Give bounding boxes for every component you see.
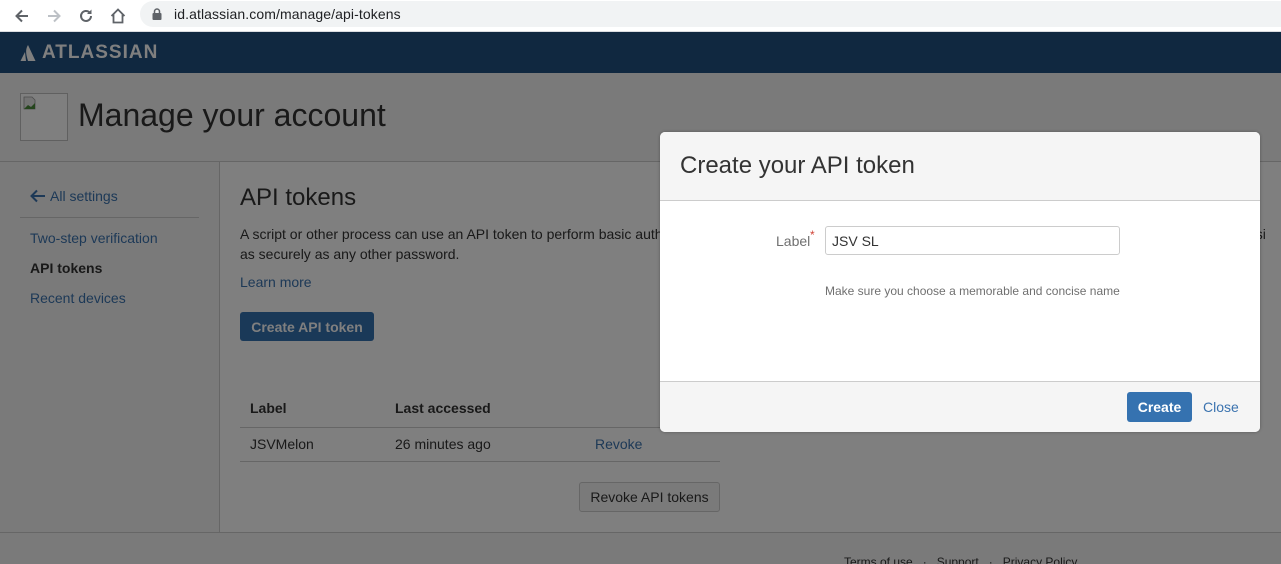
lock-icon (152, 8, 162, 20)
reload-button[interactable] (74, 4, 98, 28)
required-indicator: * (810, 228, 815, 242)
label-input[interactable] (825, 226, 1120, 255)
back-arrow-icon (15, 9, 28, 23)
close-link[interactable]: Close (1203, 399, 1239, 415)
browser-toolbar: id.atlassian.com/manage/api-tokens (0, 0, 1281, 32)
forward-arrow-icon (48, 9, 61, 23)
label-field-hint: Make sure you choose a memorable and con… (825, 284, 1120, 298)
home-icon (110, 8, 126, 24)
address-bar[interactable]: id.atlassian.com/manage/api-tokens (140, 1, 1281, 27)
back-button[interactable] (10, 4, 34, 28)
dialog-header: Create your API token (660, 132, 1260, 201)
home-button[interactable] (106, 4, 130, 28)
create-button[interactable]: Create (1127, 392, 1192, 422)
forward-button[interactable] (42, 4, 66, 28)
dialog-footer: Create Close (660, 381, 1260, 432)
dialog-title: Create your API token (680, 152, 915, 179)
url-text: id.atlassian.com/manage/api-tokens (174, 6, 401, 22)
label-field-label: Label (776, 233, 811, 249)
create-api-token-dialog: Create your API token Label * Make sure … (660, 132, 1260, 432)
reload-icon (80, 9, 92, 22)
